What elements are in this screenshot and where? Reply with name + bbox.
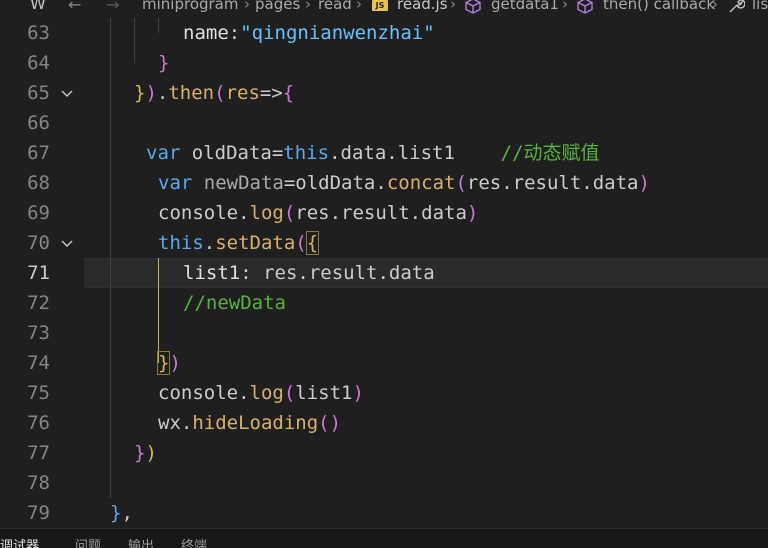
tab-output[interactable]: 输出 [128,540,154,548]
method-cube-icon [576,0,594,16]
line-number: 65 [27,82,50,104]
code-text: }, [110,502,133,524]
line-number: 69 [27,202,50,224]
line-number: 78 [27,472,50,494]
code-line[interactable]: 63 name:"qingnianwenzhai" [0,18,768,48]
code-text: console.log(res.result.data) [158,202,479,224]
code-line[interactable]: 76 wx.hideLoading() [0,408,768,438]
code-line[interactable]: 79 }, [0,498,768,528]
code-text: var oldData=this.data.list1 //动态赋值 [146,142,600,164]
code-line[interactable]: 68 var newData=oldData.concat(res.result… [0,168,768,198]
code-text: //newData [183,292,286,314]
line-number: 72 [27,292,50,314]
method-cube-icon [464,0,482,16]
line-number: 67 [27,142,50,164]
fold-chevron-icon[interactable] [60,86,74,100]
js-file-icon: JS [372,0,388,11]
code-editor[interactable]: 63 name:"qingnianwenzhai" 64 } 65 }).the… [0,18,768,528]
breadcrumb-separator-icon: › [356,0,362,13]
code-line[interactable]: 69 console.log(res.result.data) [0,198,768,228]
breadcrumb-item-callback[interactable]: then() callback [603,0,715,12]
code-text: this.setData({ [158,231,320,255]
fold-chevron-icon[interactable] [60,236,74,250]
breadcrumb-separator-icon: › [305,0,311,13]
line-number: 74 [27,352,50,374]
line-number: 70 [27,232,50,254]
line-number: 77 [27,442,50,464]
line-number: 75 [27,382,50,404]
code-line[interactable]: 72 //newData [0,288,768,318]
breadcrumb-item-read[interactable]: read [318,0,352,12]
back-arrow-icon[interactable]: ← [68,0,81,13]
breadcrumb: W ← → miniprogram › pages › read › JS re… [0,0,768,18]
code-line[interactable]: 65 }).then(res=>{ [0,78,768,108]
breadcrumb-item-miniprogram[interactable]: miniprogram [142,0,238,12]
line-number: 66 [27,112,50,134]
code-text: }) [134,442,157,464]
code-text: console.log(list1) [158,382,364,404]
tab-debugger[interactable]: 调试器 [0,540,39,548]
code-line[interactable]: 71 list1: res.result.data [0,258,768,288]
breadcrumb-separator-icon: › [450,0,456,13]
breadcrumb-separator-icon: › [562,0,568,13]
code-text: } [158,52,170,74]
code-line[interactable]: 77 }) [0,438,768,468]
code-text: list1: res.result.data [183,262,435,284]
forward-arrow-icon[interactable]: → [106,0,119,13]
code-text: }).then(res=>{ [134,82,295,104]
code-line[interactable]: 67 var oldData=this.data.list1 //动态赋值 [0,138,768,168]
code-line[interactable]: 73 [0,318,768,348]
breadcrumb-item-function[interactable]: getdata1 [491,0,559,12]
code-text: }) [156,351,181,375]
line-number: 79 [27,502,50,524]
property-wrench-icon [727,0,746,16]
code-text: name:"qingnianwenzhai" [183,22,435,44]
line-number: 63 [27,22,50,44]
layout-icon[interactable]: W [30,0,46,12]
tab-problems[interactable]: 问题 [75,540,101,548]
code-text: var newData=oldData.concat(res.result.da… [158,172,650,194]
line-number: 73 [27,322,50,344]
breadcrumb-item-property[interactable]: lis [752,0,768,12]
code-editor-window: W ← → miniprogram › pages › read › JS re… [0,0,768,548]
code-line[interactable]: 64 } [0,48,768,78]
line-number: 68 [27,172,50,194]
code-line[interactable]: 70 this.setData({ [0,228,768,258]
code-line[interactable]: 74 }) [0,348,768,378]
line-number: 64 [27,52,50,74]
breadcrumb-separator-icon: › [244,0,250,13]
code-line[interactable]: 66 [0,108,768,138]
code-line[interactable]: 78 [0,468,768,498]
breadcrumb-item-pages[interactable]: pages [255,0,300,12]
tab-terminal[interactable]: 终端 [181,540,207,548]
code-line[interactable]: 75 console.log(list1) [0,378,768,408]
breadcrumb-item-file[interactable]: read.js [397,0,448,12]
breadcrumb-separator-icon: › [712,0,718,13]
code-text: wx.hideLoading() [158,412,342,434]
line-number: 76 [27,412,50,434]
bottom-panel-tabs: 调试器 问题 输出 终端 [0,528,768,548]
line-number: 71 [27,262,50,284]
